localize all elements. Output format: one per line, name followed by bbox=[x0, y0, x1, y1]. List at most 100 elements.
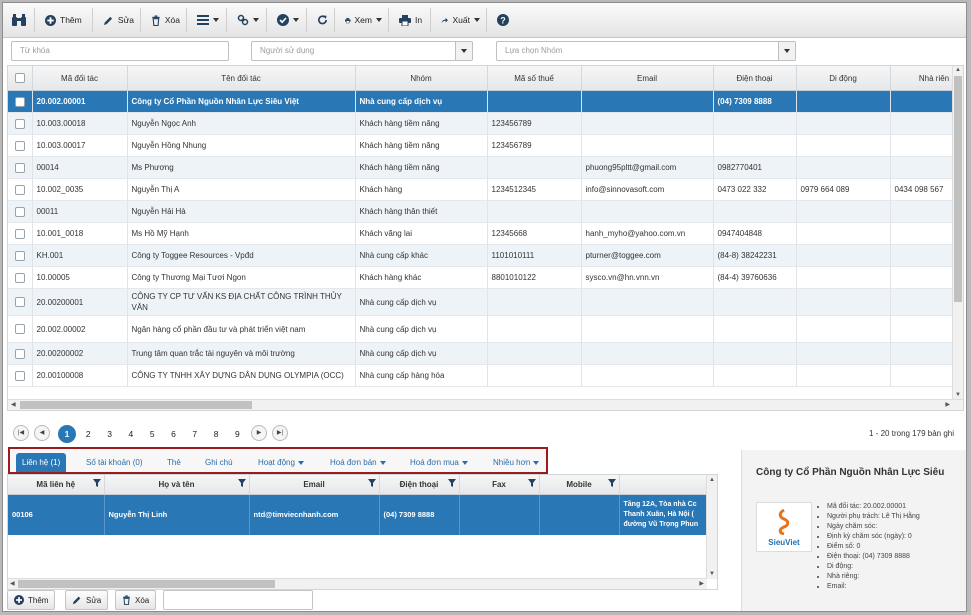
column-header[interactable]: Mã liên hệ bbox=[8, 475, 105, 495]
tab[interactable]: Thẻ bbox=[161, 453, 187, 472]
column-header[interactable]: Mã số thuế bbox=[487, 66, 582, 91]
table-row[interactable]: 10.001_0018 Ms Hồ Mỹ Hạnh Khách vãng lai 12… bbox=[8, 222, 963, 245]
link-dropdown-button[interactable] bbox=[231, 8, 267, 32]
binoculars-button[interactable] bbox=[3, 8, 35, 32]
column-header[interactable]: Email bbox=[249, 475, 380, 495]
export-button[interactable]: Xuất bbox=[435, 8, 487, 32]
contacts-vertical-scrollbar[interactable]: ▲ ▼ bbox=[706, 475, 717, 579]
next-page-button[interactable]: ▶ bbox=[251, 425, 267, 441]
column-header[interactable]: Điện thoại bbox=[379, 475, 460, 495]
column-header[interactable]: Nhóm bbox=[355, 66, 488, 91]
tab[interactable]: Ghi chú bbox=[199, 453, 239, 472]
page-number-button[interactable]: 1 bbox=[58, 425, 76, 443]
contact-search-input[interactable] bbox=[163, 590, 313, 610]
tab[interactable]: Số tài khoản (0) bbox=[80, 453, 148, 472]
table-row[interactable]: 00014 Ms Phương Khách hàng tiềm năng phuong… bbox=[8, 156, 963, 179]
tab[interactable]: Liên hệ (1) bbox=[16, 453, 67, 472]
column-header[interactable]: Email bbox=[581, 66, 714, 91]
column-header[interactable]: Họ và tên bbox=[104, 475, 250, 495]
prev-page-button[interactable]: ◀ bbox=[34, 425, 50, 441]
delete-contact-button[interactable]: Xóa bbox=[115, 590, 157, 610]
table-row[interactable]: 00106 Nguyễn Thị Linh ntd@timviecnhanh.c… bbox=[8, 494, 714, 535]
filter-icon[interactable] bbox=[92, 479, 101, 487]
table-row[interactable]: 10.003.00017 Nguyễn Hồng Nhung Khách hàng … bbox=[8, 134, 963, 157]
scroll-right-icon[interactable]: ▶ bbox=[945, 401, 950, 408]
keyword-search-input[interactable]: Từ khóa bbox=[11, 41, 229, 61]
filter-icon[interactable] bbox=[607, 479, 616, 487]
delete-button[interactable]: Xóa bbox=[145, 8, 187, 32]
page-number-button[interactable]: 8 bbox=[207, 425, 225, 443]
user-select-dropdown[interactable] bbox=[455, 42, 472, 60]
filter-icon[interactable] bbox=[367, 479, 376, 487]
page-number-button[interactable]: 5 bbox=[143, 425, 161, 443]
page-number-button[interactable]: 9 bbox=[228, 425, 246, 443]
scroll-up-icon[interactable]: ▲ bbox=[955, 67, 961, 73]
select-all-checkbox[interactable] bbox=[8, 66, 33, 91]
refresh-button[interactable] bbox=[311, 8, 335, 32]
check-dropdown-button[interactable] bbox=[271, 8, 307, 32]
menu-dropdown-button[interactable] bbox=[191, 8, 227, 32]
tab[interactable]: Hoá đơn bán bbox=[324, 453, 392, 472]
filter-icon[interactable] bbox=[237, 479, 246, 487]
add-contact-button[interactable]: Thêm bbox=[7, 590, 56, 610]
row-checkbox[interactable] bbox=[8, 156, 33, 179]
row-checkbox[interactable] bbox=[8, 178, 33, 201]
column-header[interactable]: Di động bbox=[796, 66, 891, 91]
last-page-button[interactable]: ▶| bbox=[272, 425, 288, 441]
row-checkbox[interactable] bbox=[8, 134, 33, 157]
table-row[interactable]: 00011 Nguyễn Hải Hà Khách hàng thân thiết bbox=[8, 200, 963, 223]
column-header[interactable]: Mã đối tác bbox=[32, 66, 128, 91]
row-checkbox[interactable] bbox=[8, 364, 33, 387]
grid-horizontal-scrollbar[interactable]: ◀ ▶ bbox=[8, 399, 963, 410]
scrollbar-thumb[interactable] bbox=[20, 401, 252, 409]
scroll-up-icon[interactable]: ▲ bbox=[709, 477, 715, 483]
table-row[interactable]: 20.00100008 CÔNG TY TNHH XÂY DỰNG DÂN DỤN… bbox=[8, 364, 963, 387]
row-checkbox[interactable] bbox=[8, 90, 33, 113]
scroll-left-icon[interactable]: ◀ bbox=[11, 401, 16, 408]
group-select[interactable]: Lựa chọn Nhóm bbox=[496, 41, 796, 61]
table-row[interactable]: 10.003.00018 Nguyễn Ngọc Anh Khách hàng ti… bbox=[8, 112, 963, 135]
row-checkbox[interactable] bbox=[8, 222, 33, 245]
table-row[interactable]: KH.001 Công ty Toggee Resources - Vpđd Nhà… bbox=[8, 244, 963, 267]
table-row[interactable]: 20.00200002 Trung tâm quan trắc tài nguyê… bbox=[8, 342, 963, 365]
edit-contact-button[interactable]: Sửa bbox=[65, 590, 109, 610]
tab[interactable]: Nhiều hơn bbox=[487, 453, 545, 472]
view-button[interactable]: Xem bbox=[339, 8, 389, 32]
first-page-button[interactable]: |◀ bbox=[13, 425, 29, 441]
scroll-left-icon[interactable]: ◀ bbox=[10, 580, 15, 587]
page-number-button[interactable]: 7 bbox=[186, 425, 204, 443]
grid-vertical-scrollbar[interactable]: ▲ ▼ bbox=[952, 66, 963, 410]
page-number-button[interactable]: 4 bbox=[122, 425, 140, 443]
row-checkbox[interactable] bbox=[8, 266, 33, 289]
column-header[interactable]: Tên đối tác bbox=[127, 66, 356, 91]
scroll-right-icon[interactable]: ▶ bbox=[699, 580, 704, 587]
help-button[interactable]: ? bbox=[491, 8, 515, 32]
scroll-down-icon[interactable]: ▼ bbox=[955, 392, 961, 398]
filter-icon[interactable] bbox=[527, 479, 536, 487]
row-checkbox[interactable] bbox=[8, 288, 33, 316]
print-button[interactable]: In bbox=[393, 8, 431, 32]
row-checkbox[interactable] bbox=[8, 200, 33, 223]
table-row[interactable]: 20.002.00002 Ngân hàng cổ phần đầu tư và … bbox=[8, 315, 963, 343]
row-checkbox[interactable] bbox=[8, 112, 33, 135]
tab[interactable]: Hoá đơn mua bbox=[404, 453, 474, 472]
scrollbar-thumb[interactable] bbox=[954, 76, 962, 302]
table-row[interactable]: 10.00005 Công ty Thương Mại Tươi Ngon Khác… bbox=[8, 266, 963, 289]
row-checkbox[interactable] bbox=[8, 244, 33, 267]
edit-button[interactable]: Sửa bbox=[97, 8, 141, 32]
page-number-button[interactable]: 6 bbox=[165, 425, 183, 443]
column-header[interactable]: Fax bbox=[459, 475, 540, 495]
row-checkbox[interactable] bbox=[8, 342, 33, 365]
scroll-down-icon[interactable]: ▼ bbox=[709, 571, 715, 577]
user-select[interactable]: Người sử dụng bbox=[251, 41, 473, 61]
row-checkbox[interactable] bbox=[8, 315, 33, 343]
filter-icon[interactable] bbox=[447, 479, 456, 487]
table-row[interactable]: 10.002_0035 Nguyễn Thị A Khách hàng 1234512… bbox=[8, 178, 963, 201]
page-number-button[interactable]: 2 bbox=[79, 425, 97, 443]
page-number-button[interactable]: 3 bbox=[101, 425, 119, 443]
tab[interactable]: Hoạt động bbox=[252, 453, 310, 472]
add-button[interactable]: Thêm bbox=[39, 8, 93, 32]
group-select-dropdown[interactable] bbox=[778, 42, 795, 60]
table-row[interactable]: 20.00200001 CÔNG TY CP TƯ VẤN KS ĐỊA CHẤT… bbox=[8, 288, 963, 316]
column-header[interactable]: Điện thoại bbox=[713, 66, 797, 91]
